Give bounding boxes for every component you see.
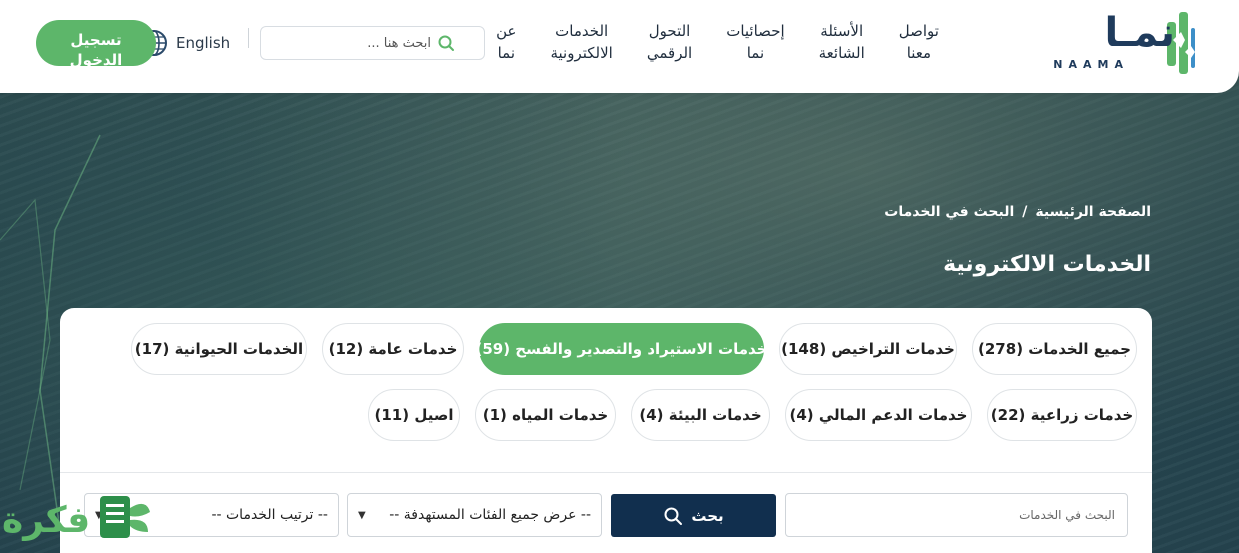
nav-item-about[interactable]: عن نما [496, 20, 516, 64]
audience-select-value: -- عرض جميع الفئات المستهدفة -- [389, 507, 591, 523]
search-icon[interactable] [437, 34, 455, 52]
logo-wordmark: نمـا [1104, 10, 1175, 56]
sort-select-value: -- ترتيب الخدمات -- [211, 507, 328, 523]
audience-select[interactable]: -- عرض جميع الفئات المستهدفة -- ▼ [347, 493, 602, 537]
services-card: جميع الخدمات (278) خدمات التراخيص (148) … [60, 308, 1152, 553]
login-button[interactable]: تسجيل الدخول [36, 20, 156, 66]
category-chip-water[interactable]: خدمات المياه (1) [475, 389, 616, 441]
nav-item-eservices[interactable]: الخدمات الالكترونية [550, 20, 612, 64]
logo-subtitle: NAAMA [1053, 58, 1129, 71]
card-divider [60, 472, 1152, 473]
search-button-label: بحث [691, 506, 724, 525]
category-chip-aseel[interactable]: اصيل (11) [368, 389, 460, 441]
category-chip-all[interactable]: جميع الخدمات (278) [972, 323, 1137, 375]
category-chip-general[interactable]: خدمات عامة (12) [322, 323, 464, 375]
category-chip-agriculture[interactable]: خدمات زراعية (22) [987, 389, 1137, 441]
watermark-text: فكرة [2, 500, 91, 541]
search-icon [664, 507, 683, 525]
chevron-down-icon: ▼ [358, 509, 366, 521]
breadcrumb: الصفحة الرئيسية / البحث في الخدمات [884, 204, 1151, 220]
category-chip-financial-support[interactable]: خدمات الدعم المالي (4) [785, 389, 972, 441]
nav-item-digital-transformation[interactable]: التحول الرقمي [647, 20, 692, 64]
header-divider [248, 28, 249, 48]
header-search [260, 26, 485, 60]
language-label: English [176, 34, 231, 52]
nav-item-faq[interactable]: الأسئلة الشائعة [819, 20, 865, 64]
main-nav: عن نما الخدمات الالكترونية التحول الرقمي… [496, 20, 939, 64]
page-title: الخدمات الالكترونية [943, 252, 1151, 277]
search-button[interactable]: بحث [611, 494, 776, 537]
category-chip-environment[interactable]: خدمات البيئة (4) [631, 389, 770, 441]
nav-item-contact[interactable]: تواصل معنا [899, 20, 939, 64]
services-search-field [785, 493, 1128, 537]
top-header: نمـا NAAMA عن نما الخدمات الالكترونية ال… [0, 0, 1239, 93]
category-chip-licenses[interactable]: خدمات التراخيص (148) [779, 323, 957, 375]
breadcrumb-home[interactable]: الصفحة الرئيسية [1035, 204, 1151, 220]
breadcrumb-separator: / [1022, 204, 1028, 220]
category-chip-import-export[interactable]: خدمات الاستيراد والتصدير والفسح (59) [475, 323, 768, 375]
services-search-input[interactable] [798, 508, 1115, 522]
breadcrumb-current: البحث في الخدمات [884, 204, 1015, 220]
nav-item-statistics[interactable]: إحصائيات نما [726, 20, 784, 64]
header-search-input[interactable] [261, 35, 431, 51]
category-chip-animal[interactable]: الخدمات الحيوانية (17) [131, 323, 307, 375]
